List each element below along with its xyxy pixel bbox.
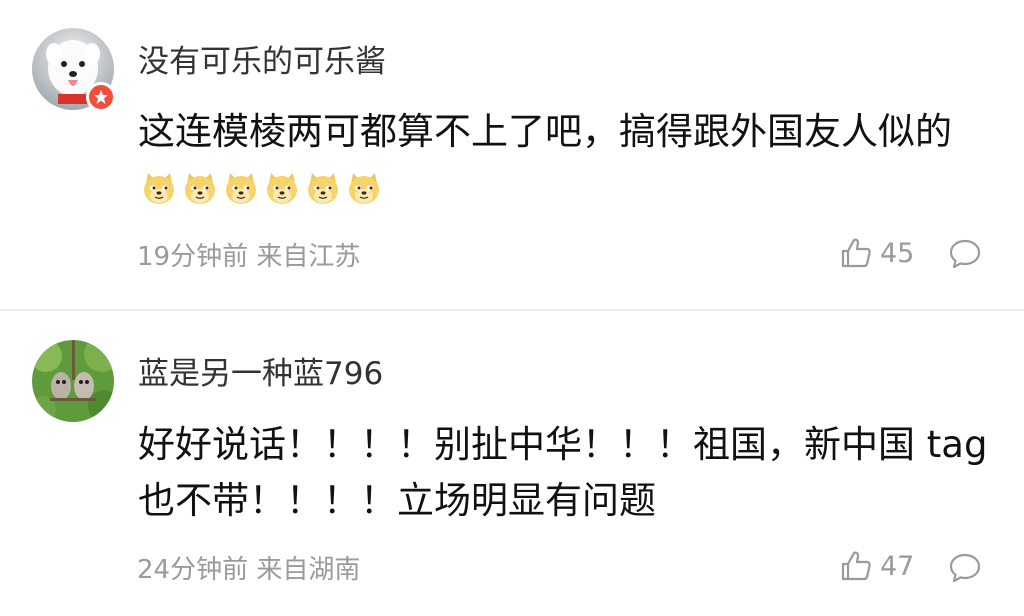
comment-meta: 19分钟前 来自江苏 xyxy=(137,240,360,274)
doge-emoji-icon xyxy=(141,166,177,204)
verified-badge-icon xyxy=(86,82,116,112)
divider xyxy=(0,309,1024,311)
username[interactable]: 蓝是另一种蓝796 xyxy=(138,354,383,394)
like-count: 47 xyxy=(880,550,915,582)
comment-meta: 24分钟前 来自湖南 xyxy=(137,553,360,587)
comment-text: 好好说话！！！！别扯中华！！！祖国，新中国 tag也不带！！！！立场明显有问题 xyxy=(138,423,988,522)
comment-location: 来自江苏 xyxy=(256,242,361,272)
username[interactable]: 没有可乐的可乐酱 xyxy=(138,42,386,82)
comment-time: 24分钟前 xyxy=(137,555,249,585)
comment-text: 这连模棱两可都算不上了吧，搞得跟外国友人似的 xyxy=(138,104,988,216)
reply-button[interactable] xyxy=(948,552,982,588)
doge-emoji-icon xyxy=(223,166,259,204)
thumbs-up-icon xyxy=(841,551,871,581)
thumbs-up-icon xyxy=(841,238,871,268)
comment-item: 没有可乐的可乐酱 这连模棱两可都算不上了吧，搞得跟外国友人似的 19分钟前 来自… xyxy=(0,0,1024,310)
like-count: 45 xyxy=(880,237,915,269)
doge-emoji-icon xyxy=(264,166,300,204)
doge-emoji-icon xyxy=(182,166,218,204)
doge-emoji-icon xyxy=(305,166,341,204)
emoji-row xyxy=(141,166,382,204)
like-button[interactable]: 47 xyxy=(840,550,914,582)
comment-bubble-icon xyxy=(949,239,981,269)
reply-button[interactable] xyxy=(948,238,982,274)
comment-text-content: 这连模棱两可都算不上了吧，搞得跟外国友人似的 xyxy=(138,110,952,153)
avatar[interactable] xyxy=(32,340,114,422)
comment-time: 19分钟前 xyxy=(137,242,249,272)
comment-item: 蓝是另一种蓝796 好好说话！！！！别扯中华！！！祖国，新中国 tag也不带！！… xyxy=(0,312,1024,616)
comment-location: 来自湖南 xyxy=(256,555,361,585)
comment-bubble-icon xyxy=(949,553,981,583)
doge-emoji-icon xyxy=(346,166,382,204)
like-button[interactable]: 45 xyxy=(840,237,914,269)
